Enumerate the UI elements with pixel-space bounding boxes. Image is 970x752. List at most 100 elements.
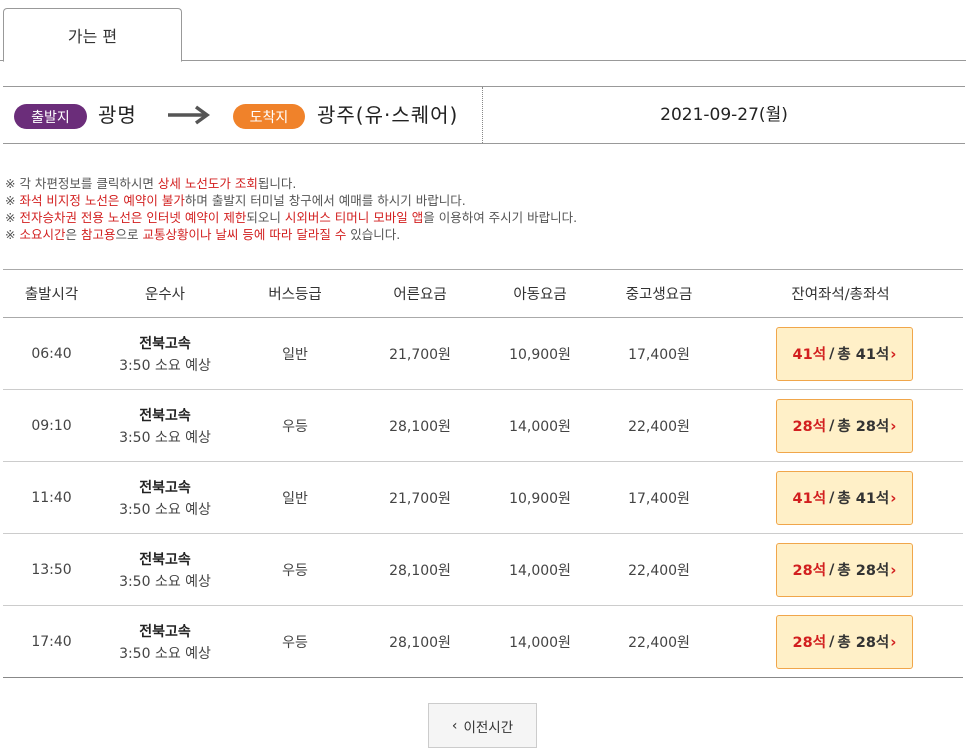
header-seats: 잔여좌석/총좌석 xyxy=(791,287,890,303)
notice-highlight: 시외버스 티머니 모바일 앱 xyxy=(284,210,424,225)
departure-time: 17:40 xyxy=(31,633,72,650)
departure-time: 11:40 xyxy=(31,489,72,506)
arrival-badge: 도착지 xyxy=(233,104,305,129)
company-cell: 전북고속 3:50 소요 예상 xyxy=(100,477,230,519)
remaining-seats: 41석 xyxy=(792,491,827,507)
remaining-seats: 41석 xyxy=(792,347,827,363)
company-name: 전북고속 xyxy=(139,335,191,352)
table-row[interactable]: 13:50 전북고속 3:50 소요 예상 우등 28,100원 14,000원 22,40… xyxy=(3,534,963,606)
select-seat-button[interactable]: 41석 / 총 41석 › xyxy=(776,326,913,381)
remaining-seats: 28석 xyxy=(792,635,827,651)
notice-line: ※ 전자승차권 전용 노선은 인터넷 예약이 제한되오니 시외버스 티머니 모바… xyxy=(5,209,577,226)
notice-highlight: 소요시간 xyxy=(19,227,66,242)
total-seats: 총 41석 xyxy=(837,491,890,507)
notice-line: ※ 좌석 비지정 노선은 예약이 불가하며 출발지 터미널 창구에서 예매를 하… xyxy=(5,192,577,209)
notice-text: 으로 xyxy=(115,227,143,242)
youth-fare: 22,400원 xyxy=(628,634,690,651)
select-seat-button[interactable]: 41석 / 총 41석 › xyxy=(776,470,913,525)
seats-cell: 41석 / 총 41석 › xyxy=(718,326,963,381)
table-row[interactable]: 09:10 전북고속 3:50 소요 예상 우등 28,100원 14,000원 22,40… xyxy=(3,390,963,462)
company-name: 전북고속 xyxy=(139,479,191,496)
notice-text: 되오니 xyxy=(246,210,285,225)
table-row[interactable]: 06:40 전북고속 3:50 소요 예상 일반 21,700원 10,900원 17,40… xyxy=(3,318,963,390)
total-seats: 총 28석 xyxy=(837,419,890,435)
notice-text: 은 xyxy=(65,227,81,242)
tab-bar: 가는 편 xyxy=(0,0,966,62)
seats-cell: 28석 / 총 28석 › xyxy=(718,614,963,669)
seats-cell: 41석 / 총 41석 › xyxy=(718,470,963,525)
youth-fare: 17,400원 xyxy=(628,490,690,507)
adult-fare: 21,700원 xyxy=(389,490,451,507)
notice-text: ※ xyxy=(5,210,20,225)
notice-highlight: 좌석 비지정 노선은 예약이 불가 xyxy=(19,193,185,208)
notice-text: ※ xyxy=(5,193,20,208)
previous-time-button[interactable]: ‹ 이전시간 xyxy=(428,703,537,748)
seat-separator: / xyxy=(829,633,835,650)
notice-line: ※ 각 차편정보를 클릭하시면 상세 노선도가 조회됩니다. xyxy=(5,175,577,192)
departure-time: 13:50 xyxy=(31,561,72,578)
remaining-seats: 28석 xyxy=(792,563,827,579)
notice-highlight: 교통상황이나 날씨 등에 따라 달라질 수 xyxy=(142,227,347,242)
child-fare: 10,900원 xyxy=(509,346,571,363)
company-cell: 전북고속 3:50 소요 예상 xyxy=(100,405,230,447)
seat-separator: / xyxy=(829,417,835,434)
notice-highlight: 상세 노선도가 조회 xyxy=(157,176,258,191)
header-youth-fare: 중고생요금 xyxy=(625,287,693,303)
company-name: 전북고속 xyxy=(139,623,191,640)
bus-grade: 우등 xyxy=(282,634,308,651)
header-time: 출발시각 xyxy=(24,287,79,303)
departure-terminal: 광명 xyxy=(98,103,137,127)
notice-line: ※ 소요시간은 참고용으로 교통상황이나 날씨 등에 따라 달라질 수 있습니다… xyxy=(5,226,577,243)
arrow-right-icon xyxy=(168,105,210,125)
header-company: 운수사 xyxy=(144,287,186,303)
seat-separator: / xyxy=(829,561,835,578)
trip-duration: 3:50 소요 예상 xyxy=(119,501,211,518)
trip-duration: 3:50 소요 예상 xyxy=(119,429,211,446)
company-cell: 전북고속 3:50 소요 예상 xyxy=(100,621,230,663)
select-seat-button[interactable]: 28석 / 총 28석 › xyxy=(776,614,913,669)
youth-fare: 22,400원 xyxy=(628,562,690,579)
seat-separator: / xyxy=(829,489,835,506)
adult-fare: 28,100원 xyxy=(389,562,451,579)
bus-grade: 우등 xyxy=(282,418,308,435)
total-seats: 총 28석 xyxy=(837,635,890,651)
notice-text: 됩니다. xyxy=(257,176,297,191)
notice-list: ※ 각 차편정보를 클릭하시면 상세 노선도가 조회됩니다. ※ 좌석 비지정 노… xyxy=(5,175,577,243)
notice-text: ※ 각 차편정보를 클릭하시면 xyxy=(5,176,158,191)
seats-cell: 28석 / 총 28석 › xyxy=(718,398,963,453)
bus-grade: 우등 xyxy=(282,562,308,579)
remaining-seats: 28석 xyxy=(792,419,827,435)
adult-fare: 21,700원 xyxy=(389,346,451,363)
departure-time: 06:40 xyxy=(31,345,72,362)
chevron-left-icon: ‹ xyxy=(451,717,458,734)
trip-duration: 3:50 소요 예상 xyxy=(119,357,211,374)
bus-grade: 일반 xyxy=(282,490,308,507)
select-seat-button[interactable]: 28석 / 총 28석 › xyxy=(776,542,913,597)
company-name: 전북고속 xyxy=(139,551,191,568)
youth-fare: 17,400원 xyxy=(628,346,690,363)
notice-text: ※ xyxy=(5,227,20,242)
adult-fare: 28,100원 xyxy=(389,634,451,651)
child-fare: 14,000원 xyxy=(509,418,571,435)
company-name: 전북고속 xyxy=(139,407,191,424)
previous-time-label: 이전시간 xyxy=(463,719,514,736)
chevron-right-icon: › xyxy=(890,344,897,363)
table-row[interactable]: 11:40 전북고속 3:50 소요 예상 일반 21,700원 10,900원 17,40… xyxy=(3,462,963,534)
child-fare: 14,000원 xyxy=(509,562,571,579)
departure-date: 2021-09-27(월) xyxy=(660,105,788,125)
header-child-fare: 아동요금 xyxy=(513,287,567,303)
select-seat-button[interactable]: 28석 / 총 28석 › xyxy=(776,398,913,453)
chevron-right-icon: › xyxy=(890,560,897,579)
arrival-terminal: 광주(유·스퀘어) xyxy=(317,103,459,127)
tab-outbound[interactable]: 가는 편 xyxy=(3,8,182,62)
schedule-table: 출발시각 운수사 버스등급 어른요금 아동요금 중고생요금 잔여좌석/총좌석 0… xyxy=(3,269,963,678)
table-header: 출발시각 운수사 버스등급 어른요금 아동요금 중고생요금 잔여좌석/총좌석 xyxy=(3,270,963,318)
header-grade: 버스등급 xyxy=(268,287,322,303)
youth-fare: 22,400원 xyxy=(628,418,690,435)
trip-duration: 3:50 소요 예상 xyxy=(119,573,211,590)
table-row[interactable]: 17:40 전북고속 3:50 소요 예상 우등 28,100원 14,000원 22,40… xyxy=(3,606,963,678)
total-seats: 총 41석 xyxy=(837,347,890,363)
chevron-right-icon: › xyxy=(890,632,897,651)
total-seats: 총 28석 xyxy=(837,563,890,579)
chevron-right-icon: › xyxy=(890,488,897,507)
